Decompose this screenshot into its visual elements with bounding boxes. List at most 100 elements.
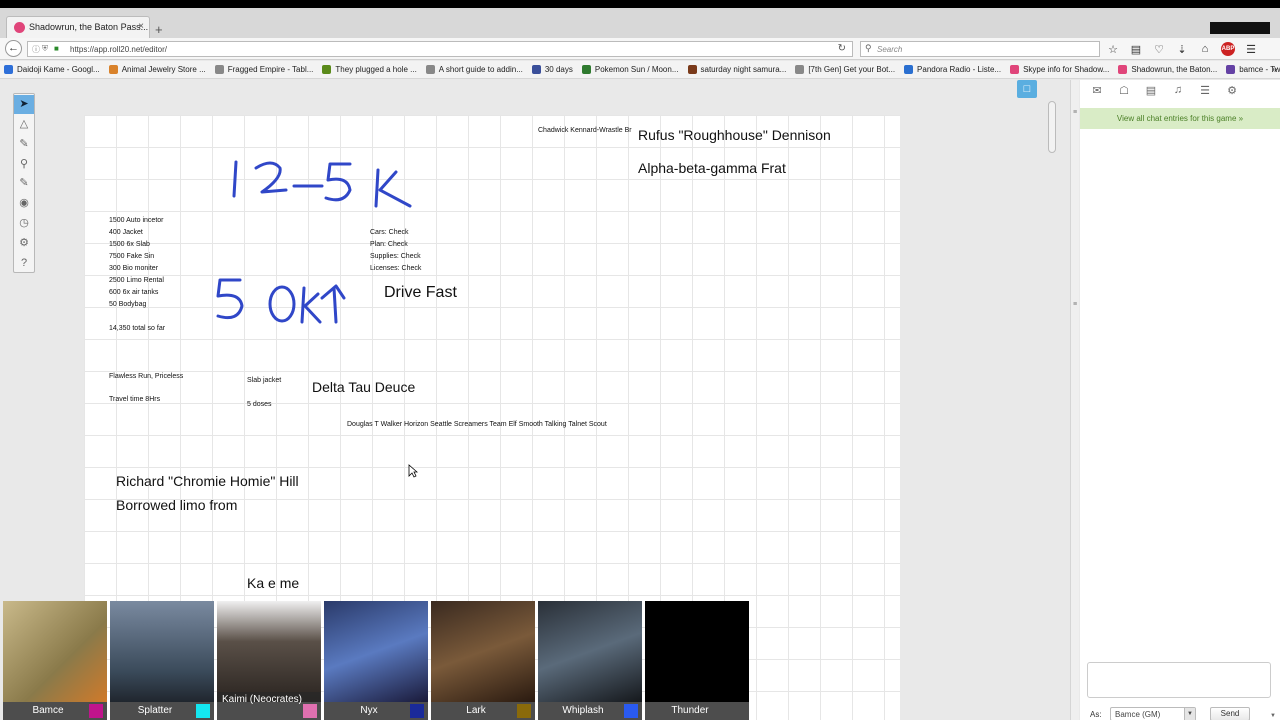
player-card[interactable]: Thunder bbox=[645, 601, 749, 720]
page-toolbar-toggle-icon[interactable]: □ bbox=[1017, 80, 1037, 98]
player-avatar bbox=[538, 601, 642, 702]
canvas-text-douglas[interactable]: Douglas T Walker Horizon Seattle Screame… bbox=[347, 421, 607, 428]
ruler-tool-icon[interactable]: ✎ bbox=[14, 174, 34, 193]
reading-list-icon[interactable]: ▤ bbox=[1129, 43, 1143, 56]
speaking-as-select[interactable]: Bamce (GM) ▼ bbox=[1110, 707, 1196, 720]
art-library-tab-icon[interactable]: ☖ bbox=[1117, 84, 1131, 97]
layer-tool-icon[interactable]: △ bbox=[14, 115, 34, 134]
chat-scroll-arrow-icon[interactable]: ▼ bbox=[1270, 713, 1276, 719]
canvas-text-borrowed[interactable]: Borrowed limo from bbox=[116, 497, 237, 513]
turn-tracker-icon[interactable]: ◷ bbox=[14, 214, 34, 233]
bookmark-item[interactable]: Daidoji Kame - Googl... bbox=[4, 65, 100, 74]
tab-close-icon[interactable]: × bbox=[138, 21, 144, 32]
compendium-tab-icon[interactable]: ☰ bbox=[1198, 84, 1212, 97]
bookmark-item[interactable]: A short guide to addin... bbox=[425, 65, 523, 74]
mouse-cursor-icon bbox=[408, 464, 418, 478]
window-controls[interactable] bbox=[1210, 22, 1270, 34]
player-card[interactable]: Bamce bbox=[3, 601, 107, 720]
home-icon[interactable]: ⌂ bbox=[1198, 43, 1212, 55]
top-black-bar bbox=[0, 0, 1280, 8]
bookmark-favicon-icon bbox=[795, 65, 805, 74]
expense-line[interactable]: 600 6x air tanks bbox=[109, 289, 158, 296]
expense-line[interactable]: 1500 Auto incetor bbox=[109, 217, 164, 224]
bookmark-item[interactable]: Shadowrun, the Baton... bbox=[1118, 65, 1217, 74]
reload-icon[interactable]: ↻ bbox=[838, 43, 846, 54]
chat-archive-link[interactable]: View all chat entries for this game » bbox=[1080, 108, 1280, 129]
search-bar[interactable]: ⚲ Search bbox=[860, 41, 1100, 57]
shield-icon[interactable]: ⛨ bbox=[42, 44, 48, 54]
check-line[interactable]: Plan: Check bbox=[370, 241, 408, 248]
expense-line[interactable]: 2500 Limo Rental bbox=[109, 277, 164, 284]
draw-tool-icon[interactable]: ✎ bbox=[14, 135, 34, 154]
browser-tab-active[interactable]: Shadowrun, the Baton Pass... × bbox=[6, 16, 150, 38]
fog-tool-icon[interactable]: ◉ bbox=[14, 194, 34, 213]
player-card[interactable]: Kaimi (Neocrates) bbox=[217, 601, 321, 720]
chat-input[interactable] bbox=[1087, 662, 1271, 698]
expense-line[interactable]: 50 Bodybag bbox=[109, 301, 146, 308]
canvas-text-total[interactable]: 14,350 total so far bbox=[109, 325, 165, 332]
expense-line[interactable]: 400 Jacket bbox=[109, 229, 143, 236]
download-icon[interactable]: ⇣ bbox=[1175, 43, 1189, 56]
check-line[interactable]: Licenses: Check bbox=[370, 265, 421, 272]
check-line[interactable]: Cars: Check bbox=[370, 229, 409, 236]
canvas-text-travel[interactable]: Travel time 8Hrs bbox=[109, 396, 160, 403]
player-card[interactable]: Whiplash bbox=[538, 601, 642, 720]
bookmark-favicon-icon bbox=[904, 65, 914, 74]
player-card[interactable]: Nyx bbox=[324, 601, 428, 720]
bookmark-item[interactable]: Animal Jewelry Store ... bbox=[108, 65, 206, 74]
player-card[interactable]: Lark bbox=[431, 601, 535, 720]
send-button[interactable]: Send bbox=[1210, 707, 1250, 720]
check-line[interactable]: Supplies: Check bbox=[370, 253, 421, 260]
canvas-text-chadwick[interactable]: Chadwick Kennard-Wrastle Br bbox=[538, 127, 632, 134]
resize-grip-icon[interactable]: ≡ bbox=[1073, 301, 1077, 308]
canvas-text-richard[interactable]: Richard "Chromie Homie" Hill bbox=[116, 473, 299, 489]
canvas-text-slab-jacket[interactable]: Slab jacket bbox=[247, 377, 281, 384]
adblock-icon[interactable]: ABP bbox=[1221, 42, 1235, 56]
dice-tool-icon[interactable]: ⚙ bbox=[14, 234, 34, 253]
bookmarks-overflow-icon[interactable]: » bbox=[1271, 64, 1277, 75]
bookmark-label: Daidoji Kame - Googl... bbox=[17, 65, 100, 74]
bookmark-item[interactable]: saturday night samura... bbox=[687, 65, 786, 74]
help-icon[interactable]: ? bbox=[14, 254, 34, 273]
new-tab-button[interactable]: + bbox=[155, 23, 163, 36]
pocket-icon[interactable]: ♡ bbox=[1152, 43, 1166, 56]
chat-tab-icon[interactable]: ✉ bbox=[1090, 84, 1104, 97]
expense-line[interactable]: 300 Bio moniter bbox=[109, 265, 158, 272]
bookmark-favicon-icon bbox=[108, 65, 118, 74]
canvas-text-drive-fast[interactable]: Drive Fast bbox=[384, 284, 457, 302]
canvas-text-delta[interactable]: Delta Tau Deuce bbox=[312, 379, 415, 395]
back-button[interactable]: ← bbox=[5, 40, 22, 57]
player-card[interactable]: Splatter bbox=[110, 601, 214, 720]
bookmark-favicon-icon bbox=[1118, 65, 1128, 74]
expense-line[interactable]: 1500 6x Slab bbox=[109, 241, 150, 248]
sidebar-resize-divider[interactable]: ≡ ≡ bbox=[1070, 80, 1079, 720]
canvas-text-frat[interactable]: Alpha-beta-gamma Frat bbox=[638, 160, 786, 176]
bookmark-label: Shadowrun, the Baton... bbox=[1131, 65, 1218, 74]
bookmark-item[interactable]: [7th Gen] Get your Bot... bbox=[795, 65, 895, 74]
expense-line[interactable]: 7500 Fake Sin bbox=[109, 253, 154, 260]
bookmark-star-icon[interactable]: ☆ bbox=[1106, 43, 1120, 56]
settings-tab-icon[interactable]: ⚙ bbox=[1225, 84, 1239, 97]
info-icon[interactable]: ⓘ bbox=[32, 44, 40, 55]
bookmark-item[interactable]: 30 days bbox=[531, 65, 573, 74]
canvas-text-kaeme[interactable]: Ka e me bbox=[247, 575, 299, 591]
bookmark-item[interactable]: Skype info for Shadow... bbox=[1010, 65, 1109, 74]
jukebox-tab-icon[interactable]: ♫ bbox=[1171, 84, 1185, 96]
bookmark-item[interactable]: Fragged Empire - Tabl... bbox=[214, 65, 313, 74]
bookmark-item[interactable]: Pandora Radio - Liste... bbox=[904, 65, 1001, 74]
collapse-grip-icon[interactable]: ≡ bbox=[1073, 109, 1077, 116]
bookmark-item[interactable]: Pokemon Sun / Moon... bbox=[581, 65, 679, 74]
canvas-text-doses[interactable]: 5 doses bbox=[247, 401, 272, 408]
journal-tab-icon[interactable]: ▤ bbox=[1144, 84, 1158, 97]
canvas-text-flawless[interactable]: Flawless Run, Priceless bbox=[109, 373, 183, 380]
scrollbar-thumb[interactable] bbox=[1048, 101, 1056, 153]
select-tool-icon[interactable]: ➤ bbox=[14, 95, 34, 114]
canvas-text-rufus[interactable]: Rufus "Roughhouse" Dennison bbox=[638, 127, 831, 143]
zoom-tool-icon[interactable]: ⚲ bbox=[14, 155, 34, 174]
hamburger-menu-icon[interactable]: ☰ bbox=[1244, 43, 1258, 56]
canvas-scrollbar[interactable] bbox=[1048, 86, 1057, 720]
bookmark-item[interactable]: They plugged a hole ... bbox=[322, 65, 417, 74]
url-bar[interactable]: ⓘ ⛨ ■ https://app.roll20.net/editor/ ↻ bbox=[27, 41, 853, 57]
player-avatar bbox=[217, 601, 321, 702]
screen: Shadowrun, the Baton Pass... × + ← ⓘ ⛨ ■… bbox=[0, 0, 1280, 720]
